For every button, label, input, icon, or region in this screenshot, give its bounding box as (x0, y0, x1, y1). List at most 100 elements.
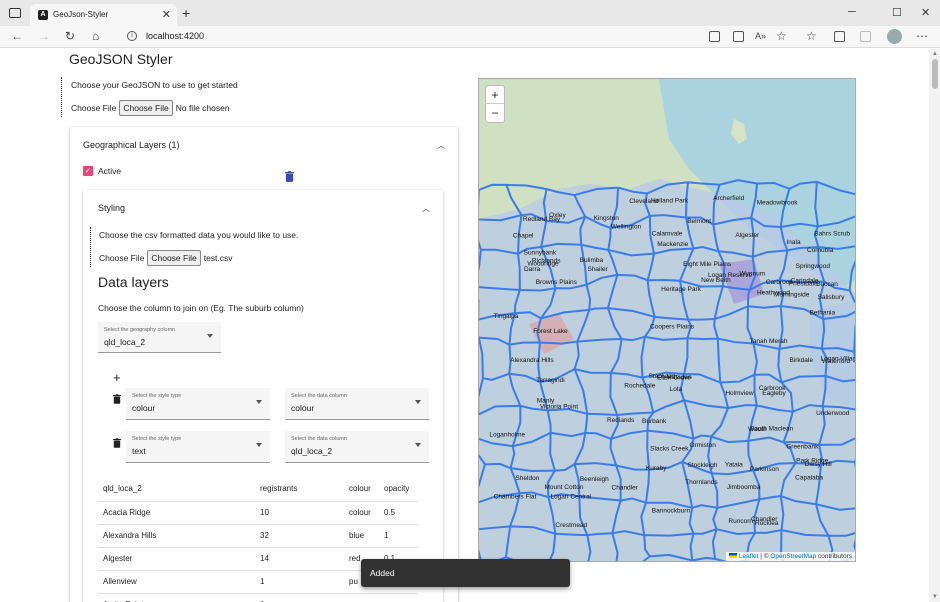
refresh-icon[interactable]: ↻ (65, 29, 75, 43)
table-cell: Algester (98, 547, 255, 571)
read-aloud-icon[interactable]: A» (755, 31, 766, 41)
minimize-button[interactable]: ─ (848, 6, 856, 18)
table-cell: Acacia Ridge (98, 501, 255, 525)
suburb-label: Waterford (822, 358, 851, 365)
address-url[interactable]: localhost:4200 (146, 31, 204, 41)
suburb-label: Richlands (532, 257, 561, 264)
browser-tab[interactable]: A GeoJson-Styler ✕ (30, 4, 177, 26)
table-cell: Amity Point (98, 593, 255, 602)
dropdown-arrow-icon (207, 334, 213, 338)
suburb-label: Daisy Hill (805, 461, 833, 468)
collections-icon[interactable] (834, 31, 845, 42)
suburb-label: Springwood (796, 263, 831, 270)
close-window-button[interactable]: ✕ (921, 6, 930, 19)
table-header-row: qld_loca_2 registrants colour opacity (98, 477, 418, 502)
suburb-label: Lota (670, 386, 683, 393)
maximize-button[interactable]: ☐ (892, 6, 902, 19)
leaflet-link[interactable]: Leaflet (739, 553, 759, 560)
active-checkbox[interactable]: ✓ (83, 166, 93, 176)
tab-actions-icon[interactable] (9, 8, 21, 18)
suburb-label: Holland Park (651, 197, 689, 204)
suburb-label: Heritage Park (661, 286, 701, 293)
suburb-label: Tanah Merah (750, 338, 788, 345)
browser-tab-bar: A GeoJson-Styler ✕ + ─ ☐ ✕ (0, 0, 940, 26)
data-column-select[interactable]: Select the data column qld_loca_2 (285, 431, 429, 463)
suburb-label: Chapel (513, 232, 534, 239)
select-label: Select the data column (291, 393, 347, 399)
zoom-in-button[interactable]: + (486, 86, 504, 104)
suburb-label: Bethania (809, 309, 835, 316)
suburb-label: Burbank (642, 418, 667, 425)
geographical-layers-panel: Geographical Layers (1) ︿ ✓ Active Styli… (70, 127, 458, 602)
delete-layer-icon[interactable] (285, 171, 294, 182)
address-bar[interactable]: i localhost:4200 (118, 28, 688, 45)
table-cell: blue (344, 524, 379, 548)
suburb-label: Eight Mile Plains (683, 261, 732, 268)
site-info-icon[interactable]: i (127, 31, 137, 41)
profile-avatar[interactable] (887, 29, 902, 44)
suburb-label: Holmview (725, 390, 753, 397)
suburb-label: Logan Central (550, 494, 591, 501)
suburb-label: Ellen Grove (657, 374, 691, 381)
app-available-icon[interactable] (709, 31, 720, 42)
style-type-select[interactable]: Select the style type colour (126, 388, 270, 420)
table-row: Alexandra Hills 32 blue 1 (98, 524, 418, 548)
map-view[interactable]: Wynnum Manly Lota Birkdale Wellington Clevela… (478, 78, 856, 562)
csv-file-button[interactable]: Choose File (147, 250, 201, 266)
suburb-label: Calamvale (652, 230, 683, 237)
delete-style-icon[interactable] (113, 438, 121, 448)
geojson-file-button[interactable]: Choose File (119, 100, 173, 116)
forward-arrow-icon[interactable]: → (38, 29, 50, 43)
suburb-label: Algester (735, 232, 760, 239)
zoom-control: + − (485, 85, 505, 123)
suburb-label: Morningside (774, 292, 810, 299)
back-arrow-icon[interactable]: ← (11, 29, 23, 43)
scroll-up-icon[interactable]: ▲ (932, 51, 938, 57)
suburb-label: Yatala (725, 462, 743, 469)
csv-file-name: test.csv (203, 253, 233, 263)
table-cell: 0.5 (379, 501, 418, 525)
suburb-label: Sunnybank (524, 249, 557, 256)
page-scrollbar[interactable]: ▲ ▼ (929, 49, 940, 602)
scroll-down-icon[interactable]: ▼ (932, 594, 938, 600)
suburb-label: Runcorn (728, 518, 753, 525)
suburb-label: Tarragindi (536, 377, 565, 384)
ukraine-flag-icon (728, 553, 737, 558)
delete-style-icon[interactable] (113, 394, 121, 404)
style-type-select[interactable]: Select the style type text (126, 431, 270, 463)
more-menu-icon[interactable]: ⋯ (916, 29, 928, 43)
table-row: Amity Point 1 (98, 593, 418, 602)
map-canvas[interactable]: WynnumManlyLotaBirkdaleWellingtonClevela… (479, 79, 856, 562)
table-cell: 10 (255, 501, 344, 525)
suburb-label: Inala (786, 239, 800, 246)
suburb-label: Salisbury (818, 294, 845, 301)
suburb-label: Bulimba (580, 257, 604, 264)
geographical-layers-header[interactable]: Geographical Layers (1) (83, 140, 180, 150)
home-icon[interactable]: ⌂ (92, 29, 99, 43)
osm-link[interactable]: OpenStreetMap (770, 553, 816, 560)
add-style-button[interactable]: + (113, 370, 121, 385)
tab-close-icon[interactable]: ✕ (162, 8, 171, 21)
new-tab-button[interactable]: + (182, 5, 190, 21)
extension-icon[interactable] (860, 31, 871, 42)
suburb-label: Wellington (611, 224, 642, 231)
zoom-out-button[interactable]: − (486, 104, 504, 122)
favorite-star-icon[interactable]: ☆ (776, 29, 787, 43)
suburb-label: Archerfield (713, 195, 744, 202)
favorites-icon[interactable]: ☆ (806, 29, 817, 43)
select-label: Select the style type (132, 436, 182, 442)
geography-column-select[interactable]: Select the geography column qld_loca_2 (98, 322, 221, 353)
chevron-up-icon[interactable]: ︿ (437, 140, 445, 151)
select-value: qld_loca_2 (291, 446, 333, 456)
table-cell: colour (344, 501, 379, 525)
snackbar: Added (361, 559, 570, 587)
tab-title: GeoJson-Styler (53, 10, 109, 19)
table-cell (379, 593, 418, 602)
scrollbar-thumb[interactable] (932, 59, 938, 89)
chevron-up-icon[interactable]: ︿ (422, 203, 430, 214)
page-content: GeoJSON Styler Choose your GeoJSON to us… (0, 49, 940, 602)
data-column-select[interactable]: Select the data column colour (285, 388, 429, 420)
qr-icon[interactable] (733, 31, 744, 42)
suburb-label: Redlands (607, 417, 635, 424)
styling-header[interactable]: Styling (98, 203, 125, 213)
